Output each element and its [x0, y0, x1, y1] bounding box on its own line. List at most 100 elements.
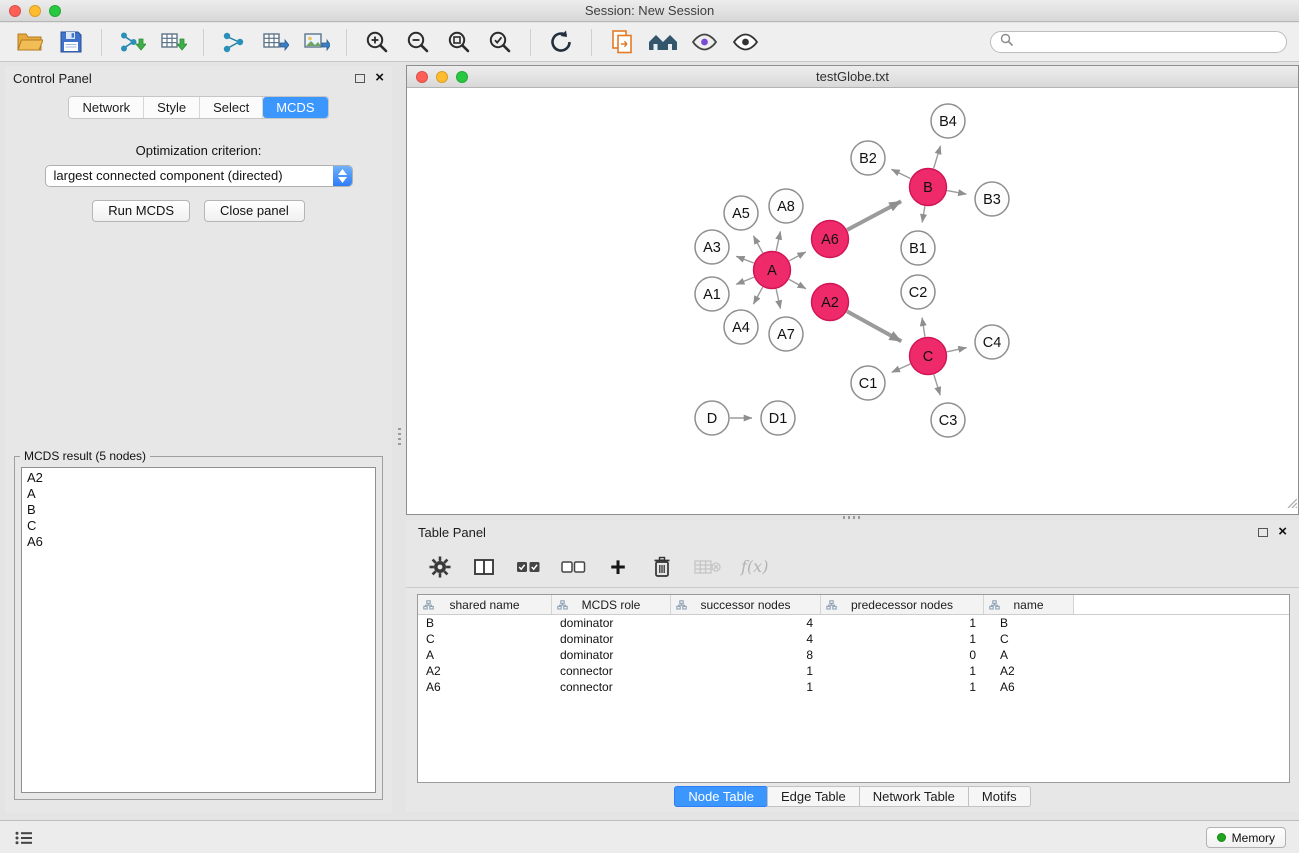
network-edge[interactable]	[789, 279, 806, 288]
result-item[interactable]: A6	[22, 534, 375, 550]
network-edge[interactable]	[947, 191, 966, 195]
zoom-fit-icon[interactable]	[441, 26, 477, 58]
close-window-icon[interactable]	[9, 5, 21, 17]
network-edge[interactable]	[753, 287, 762, 304]
network-overview-icon[interactable]	[645, 26, 681, 58]
network-node[interactable]: A2	[812, 284, 849, 321]
network-edge[interactable]	[736, 256, 754, 263]
network-edge[interactable]	[891, 169, 910, 178]
gear-icon[interactable]	[428, 552, 452, 582]
result-item[interactable]: B	[22, 502, 375, 518]
column-header[interactable]: name	[984, 595, 1074, 614]
criterion-dropdown[interactable]: largest connected component (directed)	[45, 165, 353, 187]
network-edge[interactable]	[892, 364, 911, 372]
float-table-panel-icon[interactable]	[1258, 528, 1268, 537]
tab-select[interactable]: Select	[200, 97, 263, 118]
result-item[interactable]: A2	[22, 470, 375, 486]
columns-icon[interactable]	[472, 552, 496, 582]
network-close-icon[interactable]	[416, 71, 428, 83]
eye-icon[interactable]	[727, 26, 763, 58]
search-input[interactable]	[1019, 35, 1277, 50]
tab-network-table[interactable]: Network Table	[859, 786, 969, 807]
network-node[interactable]: A8	[769, 189, 803, 223]
save-session-icon[interactable]	[53, 26, 89, 58]
network-node[interactable]: D1	[761, 401, 795, 435]
mcds-result-list[interactable]: A2ABCA6	[21, 467, 376, 793]
network-node[interactable]: C3	[931, 403, 965, 437]
horizontal-splitter-handle[interactable]	[843, 516, 861, 519]
minimize-window-icon[interactable]	[29, 5, 41, 17]
network-edge[interactable]	[847, 311, 901, 341]
network-edge[interactable]	[934, 375, 940, 396]
style-eye-icon[interactable]	[686, 26, 722, 58]
zoom-out-icon[interactable]	[400, 26, 436, 58]
network-edge[interactable]	[922, 318, 925, 337]
table-row[interactable]: Adominator80A	[418, 647, 1289, 663]
close-panel-icon[interactable]: ×	[375, 72, 384, 84]
result-item[interactable]: C	[22, 518, 375, 534]
network-node[interactable]: B3	[975, 182, 1009, 216]
delete-columns-icon[interactable]	[694, 552, 721, 582]
select-all-icon[interactable]	[516, 552, 541, 582]
network-edge[interactable]	[847, 201, 901, 230]
function-icon[interactable]: f(x)	[741, 552, 768, 582]
close-panel-button[interactable]: Close panel	[204, 200, 305, 222]
search-field[interactable]	[990, 31, 1287, 53]
network-node[interactable]: C1	[851, 366, 885, 400]
tab-node-table[interactable]: Node Table	[674, 786, 768, 807]
column-header[interactable]: shared name	[418, 595, 552, 614]
table-row[interactable]: Cdominator41C	[418, 631, 1289, 647]
export-network-icon[interactable]	[216, 26, 252, 58]
run-mcds-button[interactable]: Run MCDS	[92, 200, 190, 222]
tab-style[interactable]: Style	[144, 97, 200, 118]
documents-icon[interactable]	[604, 26, 640, 58]
column-header[interactable]: MCDS role	[552, 595, 671, 614]
network-edge[interactable]	[934, 146, 941, 168]
maximize-window-icon[interactable]	[49, 5, 61, 17]
tab-network[interactable]: Network	[69, 97, 144, 118]
network-edge[interactable]	[947, 348, 967, 352]
import-table-icon[interactable]	[155, 26, 191, 58]
table-row[interactable]: Bdominator41B	[418, 615, 1289, 631]
export-image-icon[interactable]	[298, 26, 334, 58]
network-node[interactable]: A1	[695, 277, 729, 311]
tab-edge-table[interactable]: Edge Table	[767, 786, 860, 807]
export-table-icon[interactable]	[257, 26, 293, 58]
close-table-panel-icon[interactable]: ×	[1278, 526, 1287, 538]
network-node[interactable]: D	[695, 401, 729, 435]
network-node[interactable]: C	[910, 338, 947, 375]
network-node[interactable]: B4	[931, 104, 965, 138]
network-minimize-icon[interactable]	[436, 71, 448, 83]
network-edge[interactable]	[736, 277, 754, 284]
network-node[interactable]: A6	[812, 221, 849, 258]
zoom-in-icon[interactable]	[359, 26, 395, 58]
unselect-all-icon[interactable]	[561, 552, 586, 582]
network-node[interactable]: B1	[901, 231, 935, 265]
column-header[interactable]: successor nodes	[671, 595, 821, 614]
table-row[interactable]: A6connector11A6	[418, 679, 1289, 695]
network-node[interactable]: A5	[724, 196, 758, 230]
network-node[interactable]: C2	[901, 275, 935, 309]
network-edge[interactable]	[776, 289, 780, 309]
memory-button[interactable]: Memory	[1206, 827, 1286, 848]
task-history-icon[interactable]	[13, 829, 35, 847]
network-node[interactable]: C4	[975, 325, 1009, 359]
network-canvas[interactable]: B4B2BB3A5A8A6B1A3AC2A1A2A4A7C4CC1C3DD1	[407, 88, 1298, 514]
network-node[interactable]: A	[754, 252, 791, 289]
tab-motifs[interactable]: Motifs	[968, 786, 1031, 807]
network-maximize-icon[interactable]	[456, 71, 468, 83]
add-icon[interactable]: +	[606, 552, 630, 582]
network-edge[interactable]	[776, 231, 780, 251]
network-node[interactable]: B2	[851, 141, 885, 175]
tab-mcds[interactable]: MCDS	[263, 97, 327, 118]
network-edge[interactable]	[789, 252, 806, 261]
network-node[interactable]: A7	[769, 317, 803, 351]
zoom-selected-icon[interactable]	[482, 26, 518, 58]
vertical-splitter-handle[interactable]	[398, 428, 401, 446]
float-panel-icon[interactable]	[355, 74, 365, 83]
result-item[interactable]: A	[22, 486, 375, 502]
open-session-icon[interactable]	[12, 26, 48, 58]
import-network-icon[interactable]	[114, 26, 150, 58]
table-row[interactable]: A2connector11A2	[418, 663, 1289, 679]
network-edge[interactable]	[922, 206, 925, 222]
